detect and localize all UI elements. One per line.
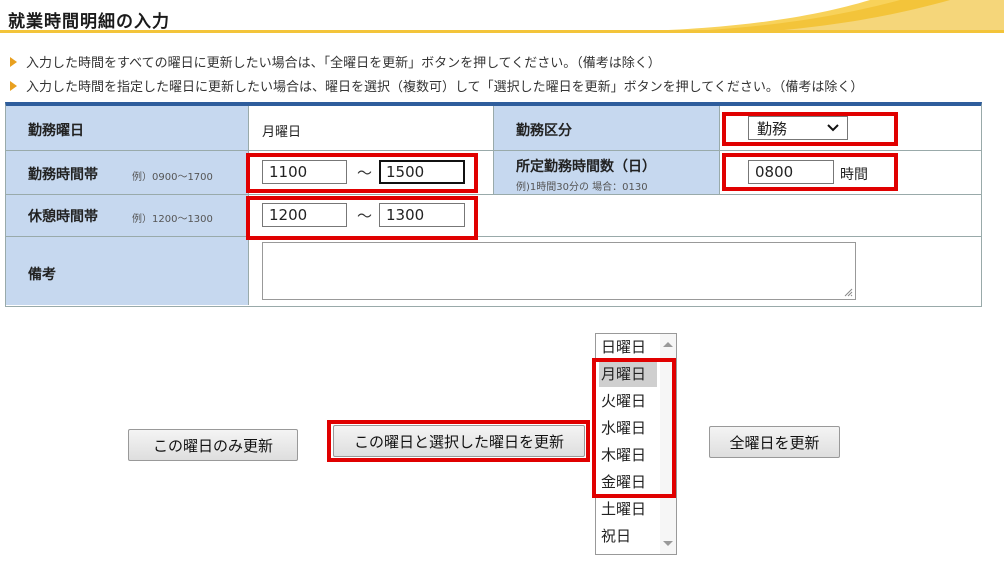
row-divider bbox=[6, 194, 981, 195]
info-text-all: 入力した時間をすべての曜日に更新したい場合は、「全曜日を更新」ボタンを押してくだ… bbox=[26, 56, 661, 71]
scroll-down-arrow-icon[interactable] bbox=[663, 541, 673, 546]
break-time-label: 休憩時間帯 bbox=[28, 209, 98, 225]
update-this-day-button[interactable]: この曜日のみ更新 bbox=[128, 429, 298, 461]
work-hours-example: 例）0900～1700 bbox=[132, 172, 213, 183]
column-divider bbox=[719, 106, 720, 194]
notes-label: 備考 bbox=[28, 267, 56, 283]
info-line-all: 入力した時間をすべての曜日に更新したい場合は、「全曜日を更新」ボタンを押してくだ… bbox=[10, 52, 661, 71]
weekday-label: 勤務曜日 bbox=[28, 123, 84, 139]
scheduled-hours-label: 所定勤務時間数（日） bbox=[516, 159, 656, 175]
page-title: 就業時間明細の入力 bbox=[8, 12, 170, 32]
header-decoration bbox=[610, 0, 1004, 32]
column-divider bbox=[493, 106, 494, 194]
weekday-value: 月曜日 bbox=[262, 125, 302, 140]
title-underline bbox=[0, 30, 1004, 33]
info-line-selected: 入力した時間を指定した曜日に更新したい場合は、曜日を選択（複数可）して「選択した… bbox=[10, 76, 863, 95]
highlight-work-type bbox=[722, 112, 898, 146]
break-time-example: 例）1200～1300 bbox=[132, 214, 213, 225]
work-type-label: 勤務区分 bbox=[516, 123, 572, 139]
scroll-up-arrow-icon[interactable] bbox=[663, 342, 673, 347]
work-hours-label: 勤務時間帯 bbox=[28, 167, 98, 183]
update-all-days-button[interactable]: 全曜日を更新 bbox=[709, 426, 840, 458]
info-text-selected: 入力した時間を指定した曜日に更新したい場合は、曜日を選択（複数可）して「選択した… bbox=[26, 80, 864, 95]
scheduled-hours-example: 例)1時間30分の 場合：0130 bbox=[516, 182, 648, 193]
highlight-weekday-selection bbox=[592, 358, 676, 498]
row-divider bbox=[6, 236, 981, 237]
weekday-option-saturday[interactable]: 土曜日 bbox=[599, 496, 657, 522]
highlight-scheduled-hours bbox=[722, 153, 898, 191]
notes-textarea[interactable] bbox=[262, 242, 856, 300]
weekday-option-sunday[interactable]: 日曜日 bbox=[599, 334, 657, 360]
bullet-triangle-icon bbox=[10, 80, 17, 91]
weekday-option-holiday[interactable]: 祝日 bbox=[599, 523, 657, 549]
highlight-update-selected bbox=[327, 420, 590, 462]
resize-handle-icon[interactable] bbox=[844, 288, 853, 297]
page-header: 就業時間明細の入力 bbox=[0, 0, 1004, 34]
highlight-break-time bbox=[246, 196, 478, 240]
highlight-work-hours bbox=[246, 153, 478, 193]
bullet-triangle-icon bbox=[10, 56, 17, 67]
